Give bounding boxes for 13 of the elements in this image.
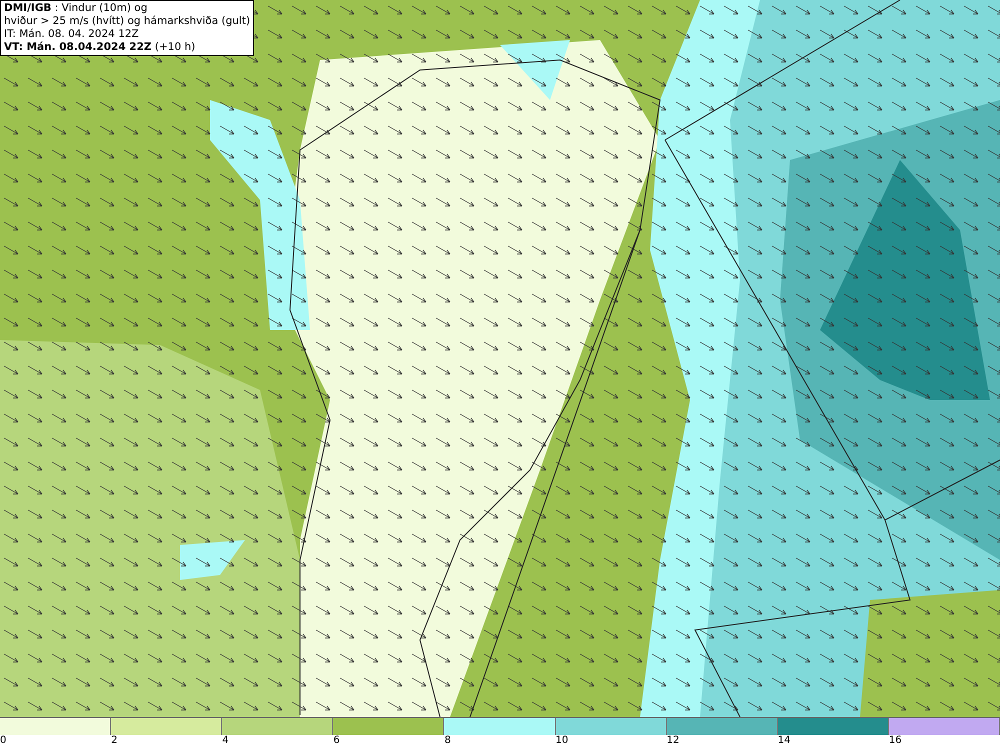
scale-label: 8	[444, 735, 451, 747]
scale-label: 16	[888, 735, 902, 747]
scale-label: 12	[666, 735, 680, 747]
scale-label: 10	[556, 735, 568, 747]
legend-text: hviður > 25 m/s (hvítt) og hámarkshviða (gult)	[4, 15, 250, 28]
scale-label: 0	[0, 735, 6, 747]
scale-label: 4	[222, 735, 229, 747]
scale-label: 6	[333, 735, 340, 747]
legend-text: DMI/IGB : Vindur (10m) og	[4, 2, 148, 15]
legend-text: VT: Mán. 08.04.2024 22Z (+10 h)	[4, 41, 196, 54]
scale-label: 14	[778, 735, 790, 747]
legend-text: IT: Mán. 08. 04. 2024 12Z	[4, 28, 140, 41]
scale-label: 2	[111, 735, 118, 747]
